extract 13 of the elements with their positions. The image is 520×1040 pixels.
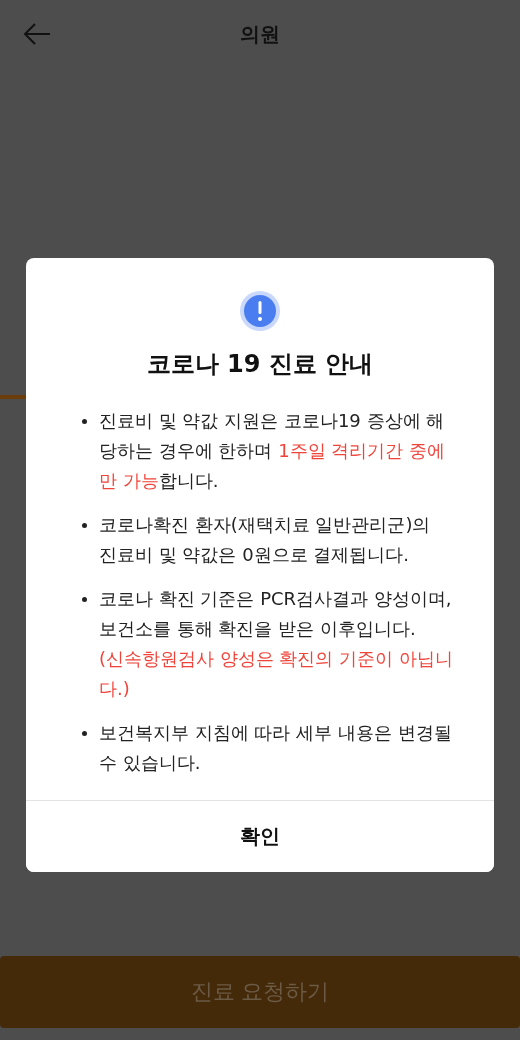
confirm-button[interactable]: 확인: [26, 800, 494, 872]
bullet-icon: [82, 419, 87, 424]
notice-text: 진료비 및 약값 지원은 코로나19 증상에 해당하는 경우에 한하며 1주일 격리기간 중에만 가능합니다.: [99, 409, 447, 493]
exclamation-icon: [239, 290, 281, 332]
dialog-title: 코로나 19 진료 안내: [146, 349, 374, 380]
bullet-icon: [82, 597, 87, 602]
page-title: 의원: [240, 20, 280, 48]
notice-text: 코로나 확진 기준은 PCR검사결과 양성이며, 보건소를 통해 확진을 받은 이후입니다.: [99, 587, 453, 641]
warning-note: (신속항원검사 양성은 확진의 기준이 아닙니다.): [99, 647, 454, 701]
bullet-icon: [82, 523, 87, 528]
notice-text: 코로나확진 환자(재택치료 일반관리군)의 진료비 및 약값은 0원으로 결제됩니다.: [99, 513, 432, 567]
notice-text: 보건복지부 지침에 따라 세부 내용은 변경될 수 있습니다.: [99, 721, 453, 775]
bullet-icon: [82, 731, 87, 736]
